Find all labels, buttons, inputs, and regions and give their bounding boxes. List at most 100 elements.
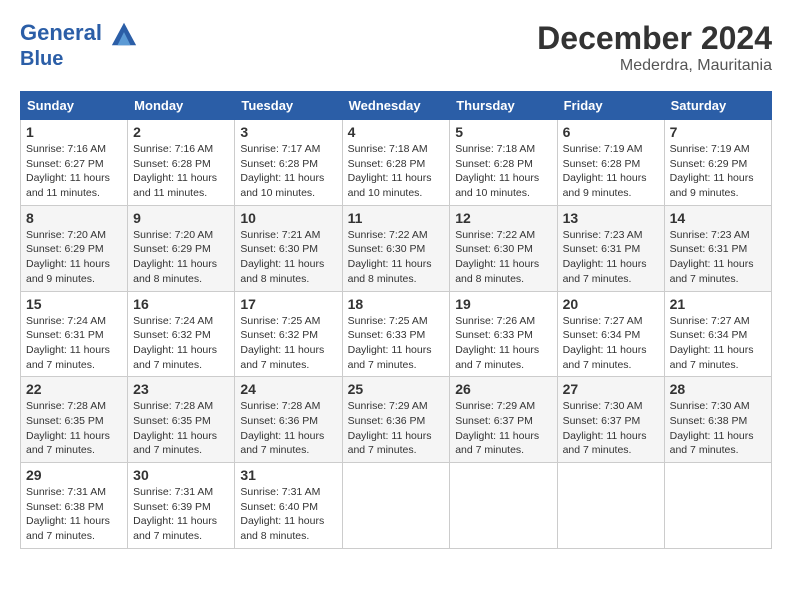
- day-number: 11: [348, 210, 445, 226]
- day-detail: Sunrise: 7:31 AMSunset: 6:38 PMDaylight:…: [26, 486, 110, 542]
- calendar-header-row: SundayMondayTuesdayWednesdayThursdayFrid…: [21, 92, 772, 120]
- day-number: 19: [455, 296, 551, 312]
- day-number: 8: [26, 210, 122, 226]
- day-number: 14: [670, 210, 766, 226]
- day-detail: Sunrise: 7:22 AMSunset: 6:30 PMDaylight:…: [348, 229, 432, 285]
- calendar-cell: 18 Sunrise: 7:25 AMSunset: 6:33 PMDaylig…: [342, 291, 450, 377]
- day-detail: Sunrise: 7:27 AMSunset: 6:34 PMDaylight:…: [563, 315, 647, 371]
- calendar-week-4: 22 Sunrise: 7:28 AMSunset: 6:35 PMDaylig…: [21, 377, 772, 463]
- calendar-cell: 1 Sunrise: 7:16 AMSunset: 6:27 PMDayligh…: [21, 120, 128, 206]
- calendar-cell: [664, 463, 771, 549]
- calendar-cell: 7 Sunrise: 7:19 AMSunset: 6:29 PMDayligh…: [664, 120, 771, 206]
- calendar-cell: [450, 463, 557, 549]
- day-number: 29: [26, 467, 122, 483]
- calendar-cell: 16 Sunrise: 7:24 AMSunset: 6:32 PMDaylig…: [128, 291, 235, 377]
- day-detail: Sunrise: 7:29 AMSunset: 6:36 PMDaylight:…: [348, 400, 432, 456]
- calendar-cell: 10 Sunrise: 7:21 AMSunset: 6:30 PMDaylig…: [235, 205, 342, 291]
- calendar-cell: 6 Sunrise: 7:19 AMSunset: 6:28 PMDayligh…: [557, 120, 664, 206]
- calendar-cell: 26 Sunrise: 7:29 AMSunset: 6:37 PMDaylig…: [450, 377, 557, 463]
- title-block: December 2024 Mederdra, Mauritania: [537, 20, 772, 75]
- page-header: General Blue December 2024 Mederdra, Mau…: [20, 20, 772, 75]
- day-number: 18: [348, 296, 445, 312]
- day-detail: Sunrise: 7:24 AMSunset: 6:32 PMDaylight:…: [133, 315, 217, 371]
- day-number: 12: [455, 210, 551, 226]
- day-number: 9: [133, 210, 229, 226]
- day-number: 2: [133, 124, 229, 140]
- day-number: 27: [563, 381, 659, 397]
- day-detail: Sunrise: 7:22 AMSunset: 6:30 PMDaylight:…: [455, 229, 539, 285]
- day-number: 22: [26, 381, 122, 397]
- day-detail: Sunrise: 7:17 AMSunset: 6:28 PMDaylight:…: [240, 143, 324, 199]
- day-header-wednesday: Wednesday: [342, 92, 450, 120]
- calendar-cell: 20 Sunrise: 7:27 AMSunset: 6:34 PMDaylig…: [557, 291, 664, 377]
- calendar-cell: 23 Sunrise: 7:28 AMSunset: 6:35 PMDaylig…: [128, 377, 235, 463]
- day-detail: Sunrise: 7:31 AMSunset: 6:40 PMDaylight:…: [240, 486, 324, 542]
- calendar-cell: 3 Sunrise: 7:17 AMSunset: 6:28 PMDayligh…: [235, 120, 342, 206]
- month-title: December 2024: [537, 20, 772, 57]
- day-number: 21: [670, 296, 766, 312]
- day-number: 6: [563, 124, 659, 140]
- day-number: 23: [133, 381, 229, 397]
- day-detail: Sunrise: 7:26 AMSunset: 6:33 PMDaylight:…: [455, 315, 539, 371]
- day-detail: Sunrise: 7:19 AMSunset: 6:29 PMDaylight:…: [670, 143, 754, 199]
- day-detail: Sunrise: 7:24 AMSunset: 6:31 PMDaylight:…: [26, 315, 110, 371]
- day-detail: Sunrise: 7:30 AMSunset: 6:38 PMDaylight:…: [670, 400, 754, 456]
- calendar-cell: 8 Sunrise: 7:20 AMSunset: 6:29 PMDayligh…: [21, 205, 128, 291]
- day-detail: Sunrise: 7:30 AMSunset: 6:37 PMDaylight:…: [563, 400, 647, 456]
- calendar-cell: 13 Sunrise: 7:23 AMSunset: 6:31 PMDaylig…: [557, 205, 664, 291]
- day-header-saturday: Saturday: [664, 92, 771, 120]
- day-detail: Sunrise: 7:16 AMSunset: 6:28 PMDaylight:…: [133, 143, 217, 199]
- day-number: 4: [348, 124, 445, 140]
- calendar-cell: 28 Sunrise: 7:30 AMSunset: 6:38 PMDaylig…: [664, 377, 771, 463]
- day-detail: Sunrise: 7:23 AMSunset: 6:31 PMDaylight:…: [670, 229, 754, 285]
- calendar-cell: 22 Sunrise: 7:28 AMSunset: 6:35 PMDaylig…: [21, 377, 128, 463]
- calendar-week-1: 1 Sunrise: 7:16 AMSunset: 6:27 PMDayligh…: [21, 120, 772, 206]
- calendar-cell: 9 Sunrise: 7:20 AMSunset: 6:29 PMDayligh…: [128, 205, 235, 291]
- day-detail: Sunrise: 7:19 AMSunset: 6:28 PMDaylight:…: [563, 143, 647, 199]
- day-number: 24: [240, 381, 336, 397]
- day-number: 1: [26, 124, 122, 140]
- day-detail: Sunrise: 7:27 AMSunset: 6:34 PMDaylight:…: [670, 315, 754, 371]
- calendar-cell: 27 Sunrise: 7:30 AMSunset: 6:37 PMDaylig…: [557, 377, 664, 463]
- day-number: 5: [455, 124, 551, 140]
- calendar-cell: [342, 463, 450, 549]
- day-detail: Sunrise: 7:25 AMSunset: 6:33 PMDaylight:…: [348, 315, 432, 371]
- day-detail: Sunrise: 7:29 AMSunset: 6:37 PMDaylight:…: [455, 400, 539, 456]
- day-detail: Sunrise: 7:25 AMSunset: 6:32 PMDaylight:…: [240, 315, 324, 371]
- day-detail: Sunrise: 7:20 AMSunset: 6:29 PMDaylight:…: [26, 229, 110, 285]
- calendar-cell: 17 Sunrise: 7:25 AMSunset: 6:32 PMDaylig…: [235, 291, 342, 377]
- day-number: 20: [563, 296, 659, 312]
- day-detail: Sunrise: 7:21 AMSunset: 6:30 PMDaylight:…: [240, 229, 324, 285]
- calendar-cell: 12 Sunrise: 7:22 AMSunset: 6:30 PMDaylig…: [450, 205, 557, 291]
- day-number: 7: [670, 124, 766, 140]
- calendar-week-3: 15 Sunrise: 7:24 AMSunset: 6:31 PMDaylig…: [21, 291, 772, 377]
- calendar-cell: 4 Sunrise: 7:18 AMSunset: 6:28 PMDayligh…: [342, 120, 450, 206]
- day-header-thursday: Thursday: [450, 92, 557, 120]
- day-number: 13: [563, 210, 659, 226]
- day-detail: Sunrise: 7:16 AMSunset: 6:27 PMDaylight:…: [26, 143, 110, 199]
- day-number: 26: [455, 381, 551, 397]
- day-detail: Sunrise: 7:28 AMSunset: 6:35 PMDaylight:…: [26, 400, 110, 456]
- calendar-cell: [557, 463, 664, 549]
- calendar-cell: 11 Sunrise: 7:22 AMSunset: 6:30 PMDaylig…: [342, 205, 450, 291]
- day-detail: Sunrise: 7:28 AMSunset: 6:36 PMDaylight:…: [240, 400, 324, 456]
- logo-text-2: Blue: [20, 48, 138, 70]
- day-detail: Sunrise: 7:31 AMSunset: 6:39 PMDaylight:…: [133, 486, 217, 542]
- calendar-cell: 31 Sunrise: 7:31 AMSunset: 6:40 PMDaylig…: [235, 463, 342, 549]
- day-header-monday: Monday: [128, 92, 235, 120]
- calendar-cell: 15 Sunrise: 7:24 AMSunset: 6:31 PMDaylig…: [21, 291, 128, 377]
- calendar-cell: 24 Sunrise: 7:28 AMSunset: 6:36 PMDaylig…: [235, 377, 342, 463]
- calendar-cell: 14 Sunrise: 7:23 AMSunset: 6:31 PMDaylig…: [664, 205, 771, 291]
- calendar-cell: 19 Sunrise: 7:26 AMSunset: 6:33 PMDaylig…: [450, 291, 557, 377]
- day-number: 10: [240, 210, 336, 226]
- day-detail: Sunrise: 7:18 AMSunset: 6:28 PMDaylight:…: [455, 143, 539, 199]
- day-header-friday: Friday: [557, 92, 664, 120]
- day-detail: Sunrise: 7:18 AMSunset: 6:28 PMDaylight:…: [348, 143, 432, 199]
- calendar-cell: 29 Sunrise: 7:31 AMSunset: 6:38 PMDaylig…: [21, 463, 128, 549]
- calendar-table: SundayMondayTuesdayWednesdayThursdayFrid…: [20, 91, 772, 549]
- day-header-tuesday: Tuesday: [235, 92, 342, 120]
- calendar-cell: 2 Sunrise: 7:16 AMSunset: 6:28 PMDayligh…: [128, 120, 235, 206]
- day-header-sunday: Sunday: [21, 92, 128, 120]
- calendar-cell: 21 Sunrise: 7:27 AMSunset: 6:34 PMDaylig…: [664, 291, 771, 377]
- day-detail: Sunrise: 7:23 AMSunset: 6:31 PMDaylight:…: [563, 229, 647, 285]
